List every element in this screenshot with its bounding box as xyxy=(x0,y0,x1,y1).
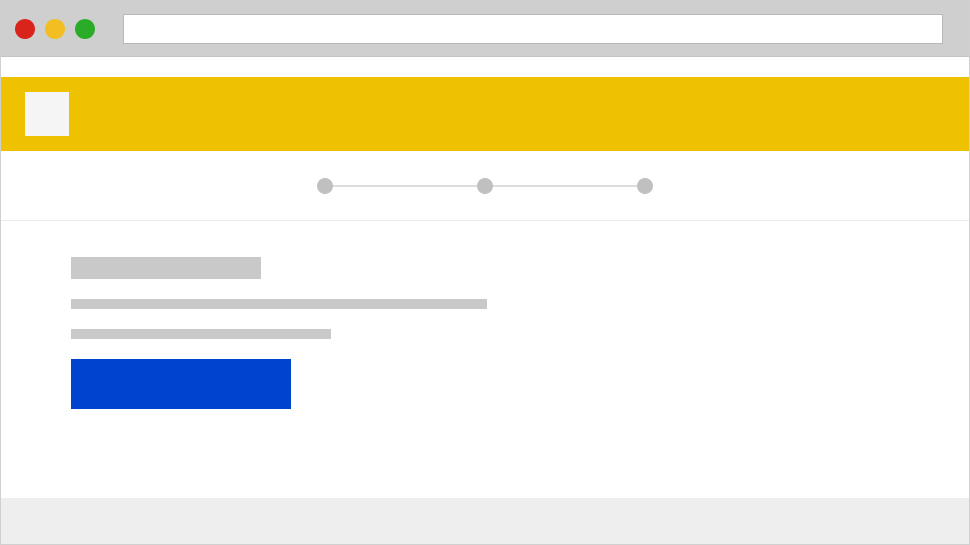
step-1[interactable] xyxy=(317,178,333,194)
spacer xyxy=(1,57,969,77)
page-title xyxy=(71,257,261,279)
body-text-line xyxy=(71,329,331,339)
close-icon[interactable] xyxy=(15,19,35,39)
step-2[interactable] xyxy=(477,178,493,194)
logo[interactable] xyxy=(25,92,69,136)
traffic-lights xyxy=(15,19,95,39)
browser-window xyxy=(0,0,970,545)
app-header xyxy=(1,77,969,151)
maximize-icon[interactable] xyxy=(75,19,95,39)
stepper-track xyxy=(325,185,645,187)
progress-stepper xyxy=(1,151,969,221)
primary-button[interactable] xyxy=(71,359,291,409)
titlebar xyxy=(1,1,969,57)
minimize-icon[interactable] xyxy=(45,19,65,39)
footer xyxy=(1,498,969,544)
body-text-line xyxy=(71,299,487,309)
page xyxy=(1,57,969,544)
step-3[interactable] xyxy=(637,178,653,194)
content-area xyxy=(1,221,969,498)
address-bar[interactable] xyxy=(123,14,943,44)
